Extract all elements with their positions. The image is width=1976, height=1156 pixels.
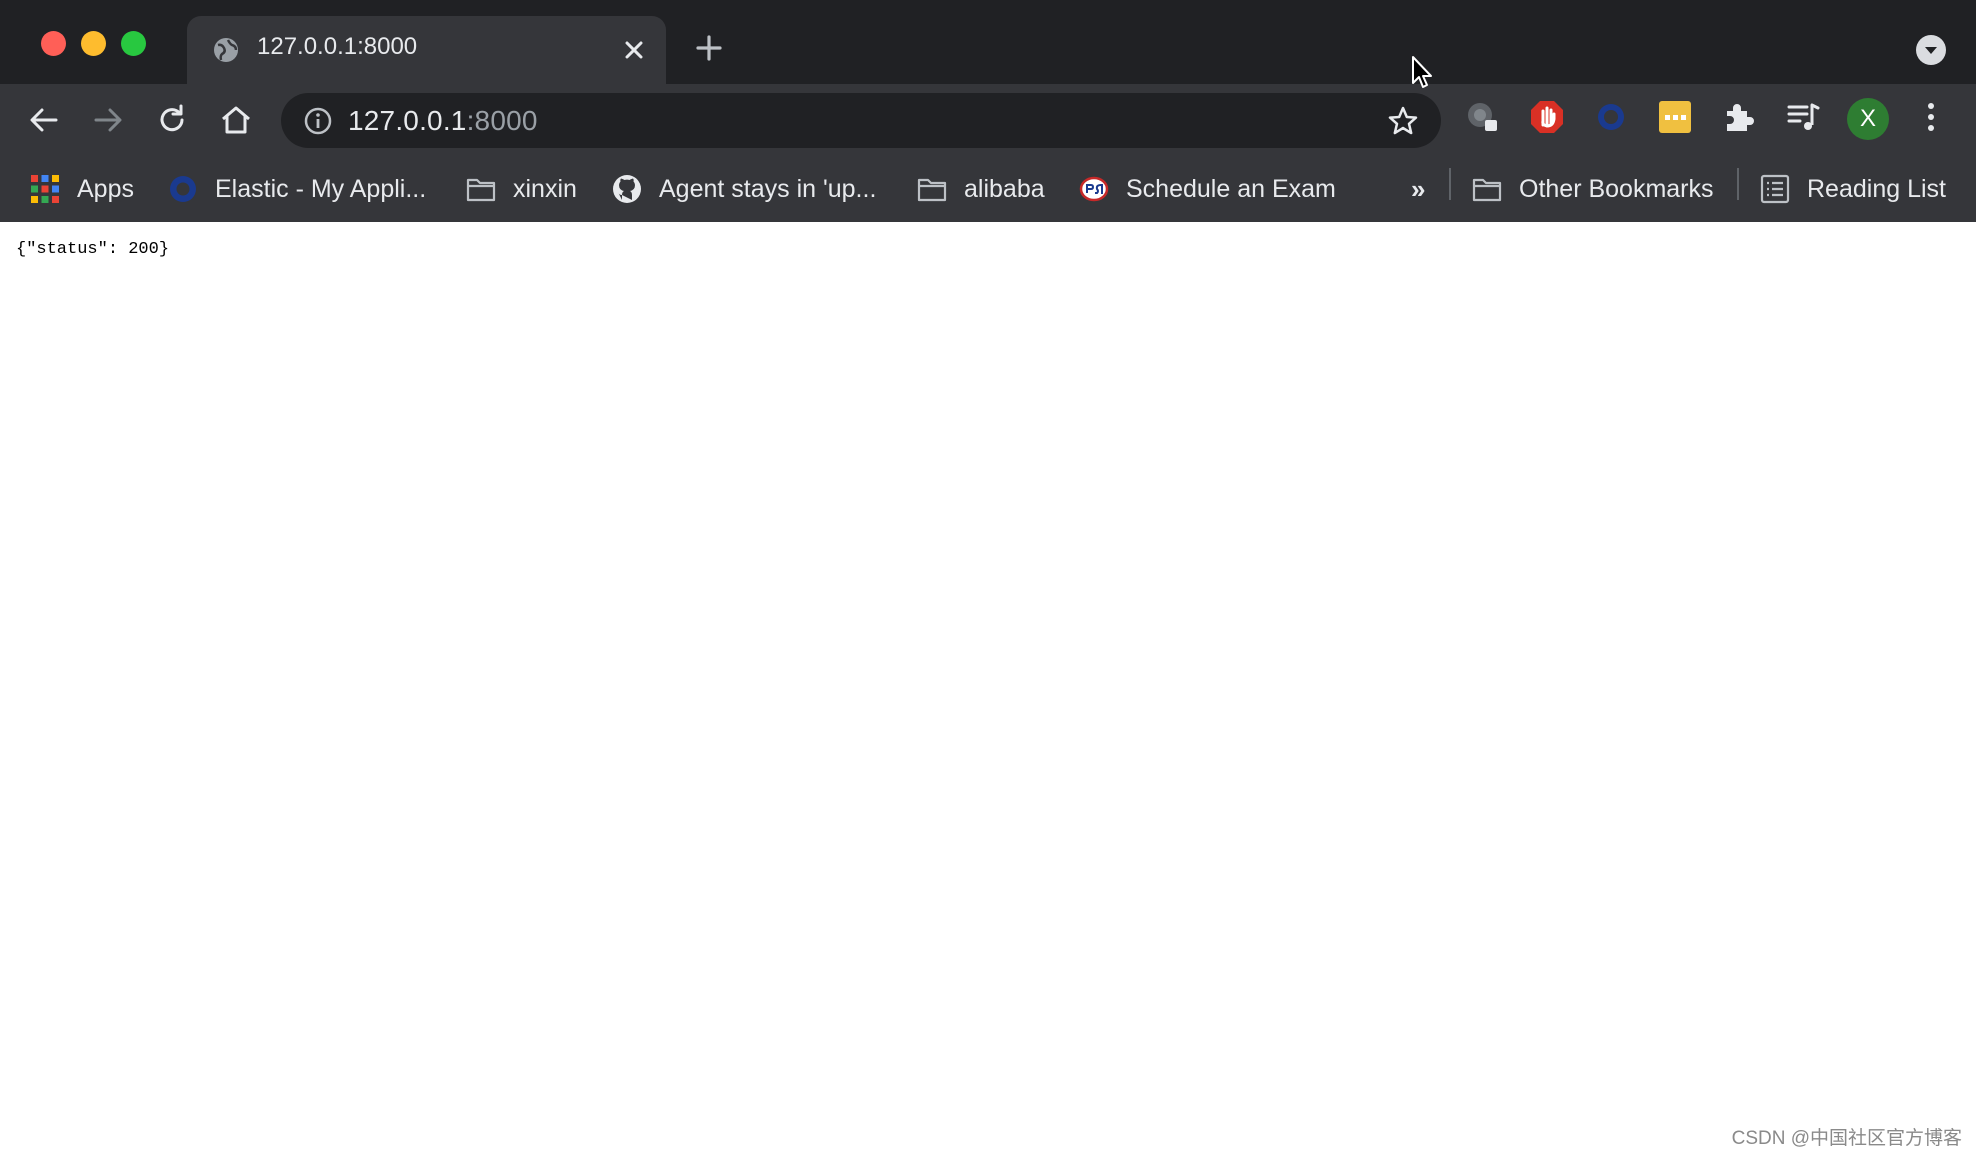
bookmark-schedule-exam[interactable]: Schedule an Exam [1079,168,1336,210]
close-icon[interactable] [620,36,648,64]
bookmark-other-bookmarks[interactable]: Other Bookmarks [1472,168,1714,210]
bookmark-label: Reading List [1807,174,1946,203]
bookmark-label: Elastic - My Appli... [215,174,427,203]
bookmark-label: Apps [77,174,134,203]
ring-icon [170,176,196,202]
bookmark-label: Agent stays in 'up... [659,174,877,203]
forward-icon[interactable] [90,102,126,138]
close-window-button[interactable] [41,31,66,56]
bookmarks-separator [1737,168,1739,200]
reload-icon[interactable] [154,102,190,138]
puzzle-icon[interactable] [1721,99,1757,135]
globe-icon [214,38,238,62]
mouse-cursor-icon [1412,56,1432,88]
media-icon[interactable] [1785,99,1821,135]
reading-list-button[interactable]: Reading List [1760,168,1946,210]
bookmark-star-icon[interactable] [1387,105,1419,137]
bookmarks-separator [1449,168,1451,200]
bookmark-folder-xinxin[interactable]: xinxin [466,168,577,210]
address-bar[interactable]: 127.0.0.1:8000 [281,93,1441,148]
active-tab[interactable]: 127.0.0.1:8000 [187,16,666,84]
browser-window: 127.0.0.1:8000 127.0.0.1:8000 X Apps Ela… [0,0,1976,1156]
tab-strip: 127.0.0.1:8000 [0,0,1976,84]
back-icon[interactable] [26,102,62,138]
profile-avatar[interactable]: X [1847,98,1889,140]
bookmarks-overflow-button[interactable]: » [1411,168,1425,210]
watermark-text: CSDN @中国社区官方博客 [1731,1128,1962,1149]
response-body-text: {"status": 200} [16,240,170,259]
tab-title: 127.0.0.1:8000 [257,33,418,60]
bookmarks-bar: Apps Elastic - My Appli... xinxin Agent … [0,156,1976,222]
bookmark-elastic[interactable]: Elastic - My Appli... [168,168,426,210]
kebab-menu-icon[interactable] [1913,99,1949,135]
zoom-window-button[interactable] [121,31,146,56]
bookmark-label: Other Bookmarks [1519,174,1714,203]
url-port: :8000 [466,105,538,136]
toolbar: 127.0.0.1:8000 X [0,84,1976,156]
minimize-window-button[interactable] [81,31,106,56]
stop-hand-icon[interactable] [1529,99,1565,135]
ring-icon[interactable] [1593,99,1629,135]
page-content: {"status": 200} CSDN @中国社区官方博客 [0,222,1976,1156]
bookmark-label: Schedule an Exam [1126,174,1336,203]
folder-icon [917,178,947,202]
info-icon[interactable] [303,106,333,136]
bookmark-apps[interactable]: Apps [30,168,134,210]
dots-icon[interactable] [1657,99,1693,135]
bookmark-github[interactable]: Agent stays in 'up... [612,168,876,210]
extension-gray-icon[interactable] [1465,99,1501,135]
folder-icon [1472,178,1502,202]
bookmark-label: alibaba [964,174,1045,203]
chevron-down-icon [1925,47,1937,54]
apps-grid-icon [31,175,59,203]
folder-icon [466,178,496,202]
url-host: 127.0.0.1 [348,105,467,136]
home-icon[interactable] [218,102,254,138]
psi-icon [1079,176,1109,202]
url-text[interactable]: 127.0.0.1:8000 [348,105,538,137]
new-tab-plus-icon[interactable] [695,34,723,62]
bookmark-label: xinxin [513,174,577,203]
bookmark-folder-alibaba[interactable]: alibaba [917,168,1045,210]
github-icon [613,175,641,203]
tab-search-button[interactable] [1916,35,1946,65]
reading-list-icon [1760,174,1790,204]
